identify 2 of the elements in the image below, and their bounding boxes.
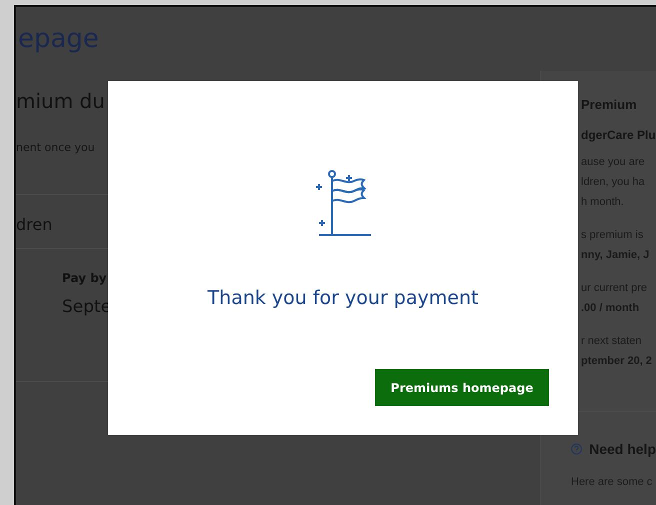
premiums-homepage-button[interactable]: Premiums homepage — [375, 369, 549, 406]
dialog-title: Thank you for your payment — [208, 287, 478, 309]
